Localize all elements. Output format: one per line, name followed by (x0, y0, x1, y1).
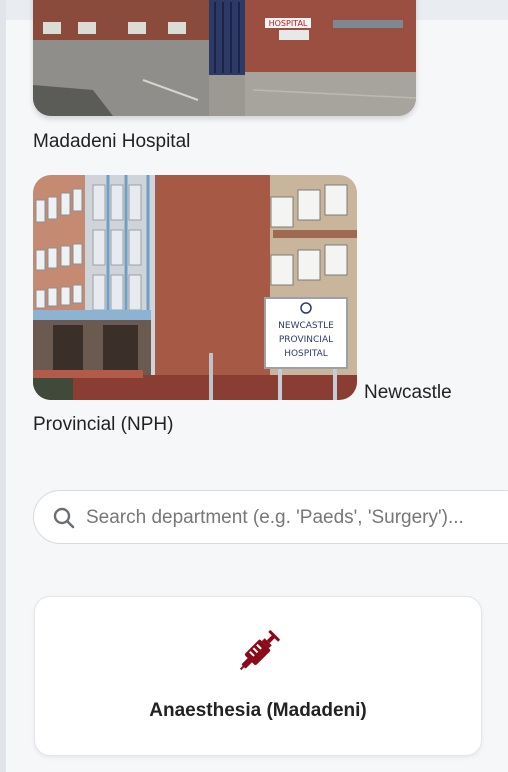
department-search-input[interactable] (84, 499, 508, 537)
sign-line-3: HOSPITAL (284, 349, 328, 359)
main-content: HOSPITAL Madadeni Hospital NEWCASTLE PRO… (0, 0, 508, 772)
madadeni-hospital-caption[interactable]: Madadeni Hospital (33, 131, 190, 153)
department-search-bar[interactable] (33, 490, 508, 544)
syringe-icon (233, 625, 285, 677)
department-name: Anaesthesia (Madadeni) (149, 700, 367, 721)
search-icon (52, 506, 76, 530)
department-card-anaesthesia[interactable]: Anaesthesia (Madadeni) (34, 596, 482, 756)
newcastle-hospital-caption-line2[interactable]: Provincial (NPH) (33, 414, 173, 436)
sign-line-1: NEWCASTLE (278, 321, 334, 331)
sign-line-2: PROVINCIAL (279, 335, 333, 345)
newcastle-hospital-caption-line1[interactable]: Newcastle (364, 382, 452, 404)
madadeni-hospital-photo[interactable]: HOSPITAL (33, 0, 416, 116)
gate-sign-text: HOSPITAL (269, 19, 308, 28)
newcastle-hospital-photo[interactable]: NEWCASTLE PROVINCIAL HOSPITAL (33, 175, 357, 400)
